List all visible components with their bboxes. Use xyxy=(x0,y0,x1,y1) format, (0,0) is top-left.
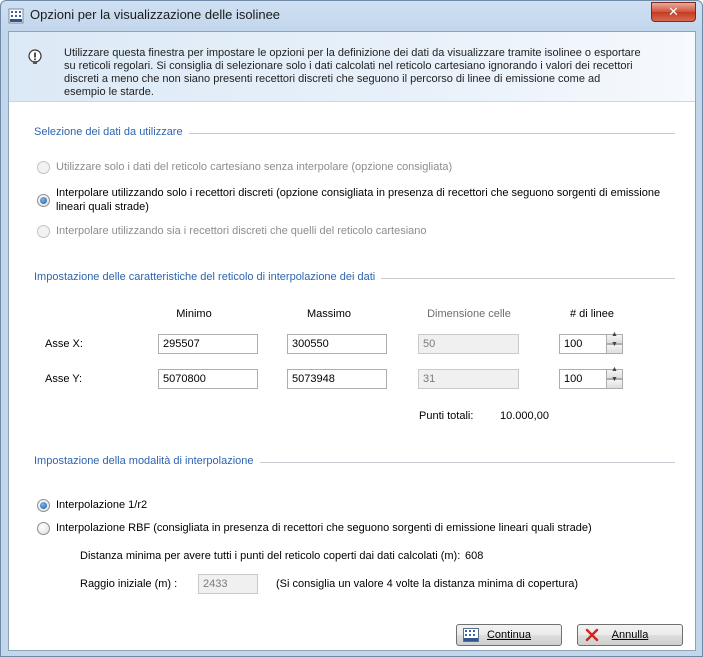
axis-y-max-input[interactable] xyxy=(287,369,387,389)
interp-section-title: Impostazione della modalità di interpola… xyxy=(34,455,260,467)
title-bar[interactable]: Opzioni per la visualizzazione delle iso… xyxy=(1,1,702,31)
radio-interp-1r2[interactable] xyxy=(37,499,50,512)
axis-x-max-input[interactable] xyxy=(287,334,387,354)
axis-y-lines-stepper[interactable]: ▲ ▼ xyxy=(559,366,623,389)
radio-discrete-and-cartesian-label: Interpolare utilizzando sia i recettori … xyxy=(56,225,427,237)
close-icon: ✕ xyxy=(668,4,679,19)
radius-hint: (Si consiglia un valore 4 volte la dista… xyxy=(276,578,579,590)
spin-buttons[interactable]: ▲ ▼ xyxy=(606,331,623,354)
radius-label: Raggio iniziale (m) : xyxy=(80,578,178,590)
column-min-header: Minimo xyxy=(176,308,212,320)
spin-down-icon[interactable]: ▼ xyxy=(606,376,623,389)
dialog-body: Utilizzare questa finestra per impostare… xyxy=(8,31,696,651)
dialog-window: Opzioni per la visualizzazione delle iso… xyxy=(0,0,703,657)
min-distance-value: 608 xyxy=(465,550,484,562)
info-panel: Utilizzare questa finestra per impostare… xyxy=(9,32,695,102)
radio-discrete-and-cartesian[interactable] xyxy=(37,225,50,238)
cancel-label: Annulla xyxy=(611,629,649,641)
grid-section-title: Impostazione delle caratteristiche del r… xyxy=(34,271,382,283)
radio-discrete-only[interactable] xyxy=(37,194,50,207)
data-selection-title: Selezione dei dati da utilizzare xyxy=(34,126,189,138)
window-title: Opzioni per la visualizzazione delle iso… xyxy=(30,7,281,22)
close-button[interactable]: ✕ xyxy=(651,2,696,22)
radio-discrete-only-label: Interpolare utilizzando solo i recettori… xyxy=(56,187,661,213)
axis-y-lines-input[interactable] xyxy=(559,369,607,389)
axis-x-lines-input[interactable] xyxy=(559,334,607,354)
column-lines-header: # di linee xyxy=(569,308,615,320)
min-distance-label: Distanza minima per avere tutti i punti … xyxy=(80,550,461,562)
radio-interp-rbf[interactable] xyxy=(37,522,50,535)
column-max-header: Massimo xyxy=(306,308,351,320)
continue-button[interactable]: Continua xyxy=(456,624,562,646)
grid-app-icon xyxy=(8,8,24,24)
radio-cartesian-only-label: Utilizzare solo i dati del reticolo cart… xyxy=(56,161,453,173)
axis-x-cell-size-input xyxy=(418,334,519,354)
axis-y-label: Asse Y: xyxy=(45,373,83,385)
info-text: Utilizzare questa finestra per impostare… xyxy=(64,47,641,98)
info-bulb-icon xyxy=(28,49,42,64)
continue-label: Continua xyxy=(486,629,532,641)
column-cell-size-header: Dimensione celle xyxy=(427,308,511,320)
axis-x-lines-stepper[interactable]: ▲ ▼ xyxy=(559,331,623,354)
axis-y-cell-size-input xyxy=(418,369,519,389)
radio-cartesian-only[interactable] xyxy=(37,161,50,174)
axis-x-min-input[interactable] xyxy=(158,334,258,354)
spin-down-icon[interactable]: ▼ xyxy=(606,341,623,354)
total-points-label: Punti totali: xyxy=(419,410,474,422)
radio-interp-rbf-label: Interpolazione RBF (consigliata in prese… xyxy=(56,522,592,534)
total-points-value: 10.000,00 xyxy=(500,410,549,422)
radius-input xyxy=(198,574,258,594)
radio-interp-1r2-label: Interpolazione 1/r2 xyxy=(56,499,148,511)
cancel-button[interactable]: Annulla xyxy=(577,624,683,646)
spin-buttons[interactable]: ▲ ▼ xyxy=(606,366,623,389)
axis-y-min-input[interactable] xyxy=(158,369,258,389)
axis-x-label: Asse X: xyxy=(45,338,83,350)
